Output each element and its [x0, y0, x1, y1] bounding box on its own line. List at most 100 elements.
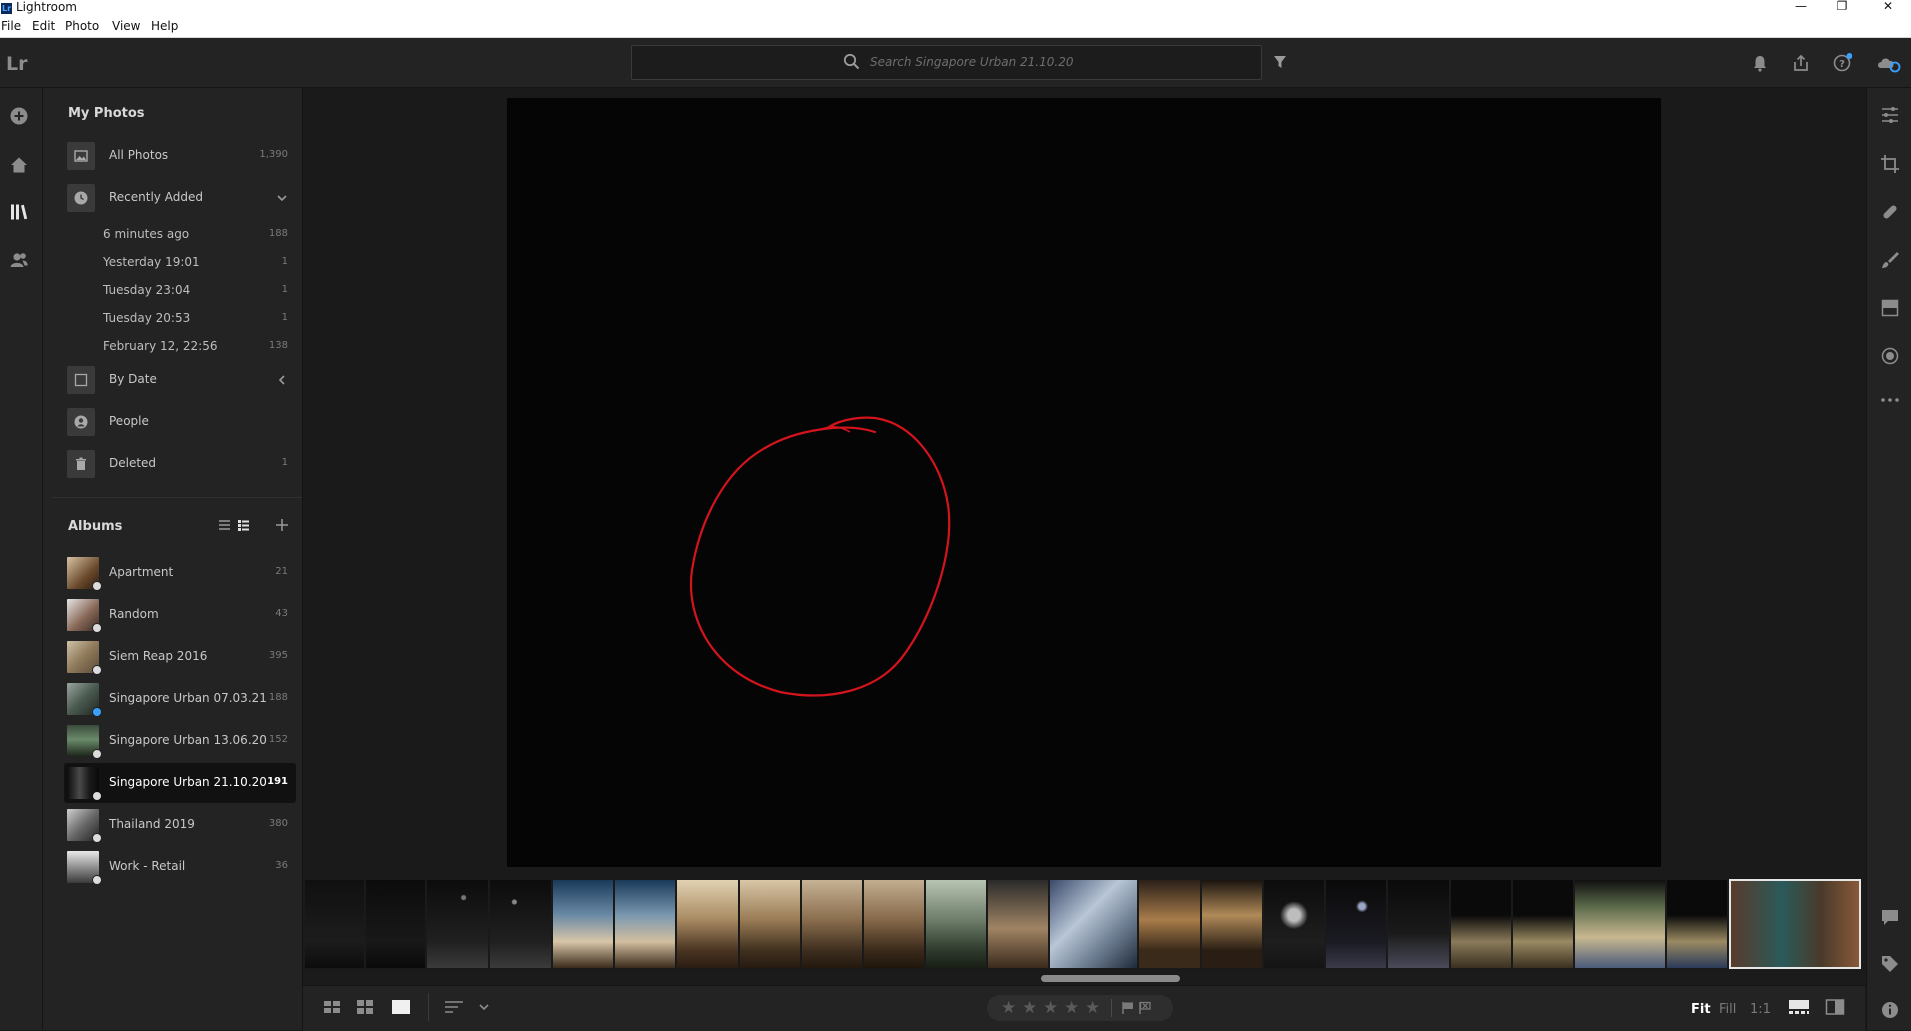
filmstrip-thumbnail[interactable]	[677, 880, 738, 968]
filmstrip-thumbnail[interactable]	[926, 880, 986, 968]
album-item[interactable]: Work - Retail 36	[64, 847, 296, 887]
detail-view-icon[interactable]	[391, 998, 411, 1016]
filmstrip-thumbnail[interactable]	[1326, 880, 1386, 968]
help-icon[interactable]: ?	[1832, 53, 1852, 73]
detail-list-icon[interactable]	[237, 519, 250, 531]
info-icon[interactable]	[1879, 999, 1901, 1021]
sort-icon[interactable]	[443, 998, 465, 1016]
crop-icon[interactable]	[1879, 153, 1901, 175]
album-item[interactable]: Singapore Urban 07.03.21 188	[64, 679, 296, 719]
filmstrip-thumbnail[interactable]	[1575, 880, 1665, 968]
star-5[interactable]: ★	[1085, 998, 1100, 1018]
healing-brush-icon[interactable]	[1879, 201, 1901, 223]
list-view-icon[interactable]	[218, 519, 231, 531]
filmstrip-thumbnail[interactable]	[802, 880, 862, 968]
zoom-1to1-button[interactable]: 1:1	[1750, 1002, 1771, 1017]
menu-view[interactable]: View	[112, 19, 140, 33]
filmstrip-thumbnail[interactable]	[305, 880, 364, 968]
menu-help[interactable]: Help	[151, 19, 178, 33]
compare-view-icon[interactable]	[1825, 998, 1845, 1016]
add-album-icon[interactable]	[275, 518, 289, 532]
filmstrip-thumbnail[interactable]	[1513, 880, 1573, 968]
album-item[interactable]: Apartment 21	[64, 553, 296, 593]
zoom-fit-button[interactable]: Fit	[1691, 1002, 1711, 1017]
filmstrip-thumbnail[interactable]	[1264, 880, 1324, 968]
album-item[interactable]: Siem Reap 2016 395	[64, 637, 296, 677]
star-1[interactable]: ★	[1001, 998, 1016, 1018]
lightroom-logo: Lr	[6, 53, 28, 75]
filmstrip-thumbnail[interactable]	[1451, 880, 1511, 968]
sidebar-item-all-photos[interactable]: All Photos 1,390	[64, 138, 296, 174]
album-item-selected[interactable]: Singapore Urban 21.10.20 191	[64, 763, 296, 803]
filmstrip-thumbnail[interactable]	[490, 880, 551, 968]
brush-icon[interactable]	[1879, 249, 1901, 271]
comment-icon[interactable]	[1879, 906, 1901, 928]
recent-item-label: Tuesday 20:53	[103, 311, 191, 325]
chevron-down-icon[interactable]	[478, 998, 490, 1016]
filmstrip-thumbnail[interactable]	[864, 880, 924, 968]
sidebar-item-by-date[interactable]: By Date	[64, 362, 296, 398]
edit-sliders-icon[interactable]	[1879, 104, 1901, 126]
menu-photo[interactable]: Photo	[65, 19, 99, 33]
filter-icon[interactable]	[1273, 55, 1287, 69]
recent-item[interactable]: Tuesday 20:53 1	[100, 306, 296, 330]
restore-button[interactable]: ❐	[1822, 0, 1862, 15]
filmstrip-thumbnail[interactable]	[740, 880, 800, 968]
sidebar-divider	[52, 497, 302, 498]
recent-item-count: 1	[281, 312, 288, 323]
home-icon[interactable]	[8, 154, 30, 176]
filmstrip-thumbnail[interactable]	[427, 880, 488, 968]
filmstrip-thumbnail[interactable]	[988, 880, 1048, 968]
chevron-down-icon[interactable]	[276, 193, 288, 203]
keyword-tag-icon[interactable]	[1879, 953, 1901, 975]
star-4[interactable]: ★	[1064, 998, 1079, 1018]
share-icon[interactable]	[1791, 53, 1811, 73]
radial-gradient-icon[interactable]	[1879, 345, 1901, 367]
recent-item-count: 138	[268, 340, 288, 351]
linear-gradient-icon[interactable]	[1879, 297, 1901, 319]
zoom-fill-button[interactable]: Fill	[1719, 1002, 1736, 1017]
chevron-left-icon[interactable]	[277, 374, 287, 386]
recent-item[interactable]: Yesterday 19:01 1	[100, 250, 296, 274]
filmstrip-thumbnail[interactable]	[1139, 880, 1200, 968]
menu-file[interactable]: File	[1, 19, 21, 33]
album-item[interactable]: Singapore Urban 13.06.20 152	[64, 721, 296, 761]
filmstrip-thumbnail[interactable]	[366, 880, 425, 968]
filmstrip-thumbnail[interactable]	[553, 880, 613, 968]
my-photos-heading: My Photos	[68, 106, 145, 121]
recent-item[interactable]: 6 minutes ago 188	[100, 222, 296, 246]
square-grid-icon[interactable]	[323, 998, 341, 1016]
photo-grid-icon[interactable]	[356, 998, 374, 1016]
album-item[interactable]: Random 43	[64, 595, 296, 635]
pick-flag-icon[interactable]	[1121, 1001, 1135, 1015]
filmstrip-thumbnail-selected[interactable]	[1729, 879, 1861, 969]
library-icon[interactable]	[8, 201, 30, 223]
filmstrip-thumbnail[interactable]	[1667, 880, 1727, 968]
album-item[interactable]: Thailand 2019 380	[64, 805, 296, 845]
filmstrip-thumbnail[interactable]	[1202, 880, 1262, 968]
filmstrip-toggle-icon[interactable]	[1788, 998, 1810, 1016]
sidebar-item-recently-added[interactable]: Recently Added	[64, 180, 296, 216]
recent-item[interactable]: February 12, 22:56 138	[100, 334, 296, 358]
filmstrip-thumbnail[interactable]	[615, 880, 675, 968]
filmstrip-thumbnail[interactable]	[1388, 880, 1449, 968]
bell-icon[interactable]	[1750, 53, 1770, 73]
synced-badge-icon	[92, 581, 102, 591]
cloud-sync-icon[interactable]	[1875, 53, 1901, 73]
star-2[interactable]: ★	[1022, 998, 1037, 1018]
filmstrip-thumbnail[interactable]	[1050, 880, 1137, 968]
reject-flag-icon[interactable]	[1138, 1001, 1152, 1015]
sidebar-item-people[interactable]: People	[64, 404, 296, 440]
menu-edit[interactable]: Edit	[32, 19, 55, 33]
trash-icon	[67, 450, 95, 478]
add-photos-icon[interactable]	[8, 105, 30, 127]
people-icon[interactable]	[8, 249, 30, 271]
filmstrip-scrollbar[interactable]	[1041, 975, 1180, 982]
sidebar-item-deleted[interactable]: Deleted 1	[64, 446, 296, 482]
more-icon[interactable]	[1879, 389, 1901, 411]
star-3[interactable]: ★	[1043, 998, 1058, 1018]
synced-badge-icon	[92, 833, 102, 843]
minimize-button[interactable]: —	[1781, 0, 1821, 15]
close-button[interactable]: ✕	[1868, 0, 1908, 15]
recent-item[interactable]: Tuesday 23:04 1	[100, 278, 296, 302]
